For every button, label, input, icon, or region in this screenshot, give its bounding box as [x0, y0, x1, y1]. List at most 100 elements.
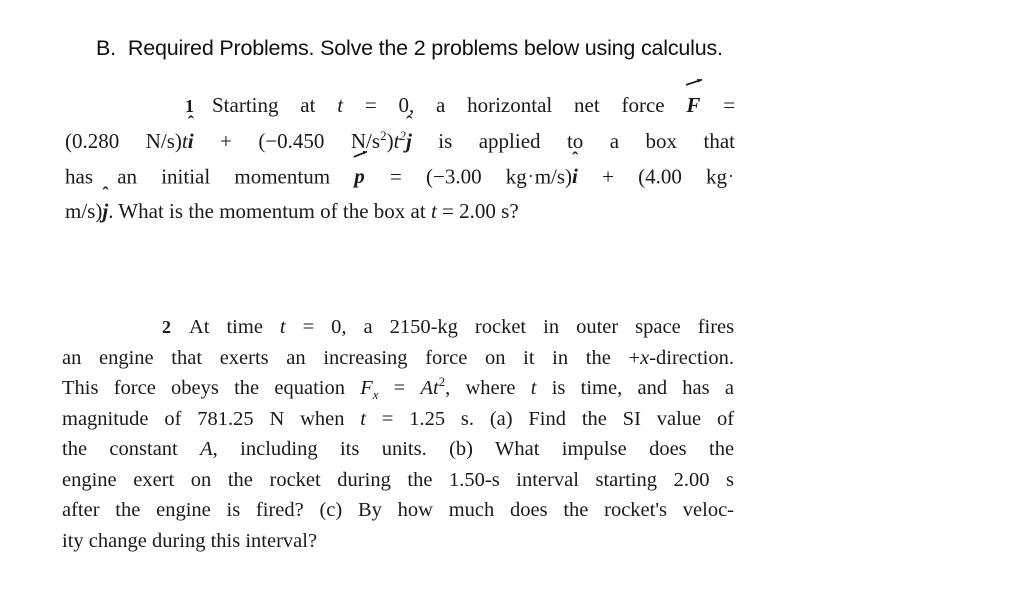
- clause: is time, and has a: [551, 377, 734, 399]
- word: outer: [576, 316, 619, 338]
- word: time: [226, 316, 263, 338]
- multiplication-dot-icon: ·: [527, 166, 534, 186]
- unit-kg: kg: [505, 164, 527, 189]
- paren-open: (: [65, 129, 72, 153]
- problem-1: 1 Starting at t = 0, a horizontal net for…: [65, 78, 736, 229]
- word: At: [189, 316, 210, 338]
- math-plus: +: [602, 164, 614, 189]
- problem-2-line-2: an engine that exerts an increasing forc…: [62, 343, 734, 374]
- math-variable-t: t: [360, 407, 366, 430]
- word: a: [363, 316, 373, 338]
- vector-p-glyph: p: [354, 164, 365, 189]
- unit-seconds-question: s?: [501, 199, 519, 224]
- word: of: [320, 199, 338, 224]
- word: initial: [161, 164, 211, 189]
- problem-2-line-1: 2 At time t = 0, a 2150-kg rocket in oute…: [62, 312, 734, 343]
- value-zero: 0,: [331, 316, 347, 338]
- math-plus-sign: +: [628, 346, 641, 369]
- sentence-tail: . What: [108, 199, 164, 224]
- word: including: [240, 438, 318, 460]
- math-equals: =: [442, 199, 454, 224]
- word: the: [62, 438, 88, 460]
- word: an: [117, 164, 138, 189]
- math-variable-t: t: [530, 377, 537, 399]
- part-label-b: (b): [449, 438, 473, 460]
- unit-newton-per-second-squared: N/s: [350, 129, 381, 153]
- problem-2: 2 At time t = 0, a 2150-kg rocket in oute…: [62, 312, 734, 556]
- section-title: Required Problems. Solve the 2 problems …: [127, 36, 723, 60]
- clause: , where: [445, 377, 516, 399]
- word: its: [339, 438, 360, 460]
- word: is: [438, 129, 453, 153]
- word: momentum: [234, 164, 331, 189]
- clause: This force obeys the equation: [62, 377, 345, 399]
- problem-2-line-8: ity change during this interval?: [62, 526, 734, 557]
- vector-arrow-icon: [685, 77, 704, 88]
- clause: 1.25 s. (a) Find the SI value of: [409, 407, 735, 430]
- word: applied: [478, 129, 541, 153]
- unit-m-per-s: m/s: [65, 199, 96, 224]
- word: a: [436, 93, 446, 117]
- unit-vector-i: ˆi: [188, 114, 194, 159]
- math-variable-t: t: [337, 93, 344, 117]
- word: is: [169, 199, 184, 224]
- unit-m-per-s: m/s: [534, 164, 566, 189]
- word: the: [342, 199, 369, 224]
- unit-vector-j: ˆj: [102, 185, 108, 229]
- word: impulse: [561, 438, 627, 460]
- paren-close: ): [565, 164, 573, 189]
- problem-2-line-6: engine exert on the rocket during the 1.…: [62, 465, 734, 496]
- math-variable-x: x: [640, 346, 650, 369]
- word: a: [609, 129, 620, 153]
- word: box: [645, 129, 678, 153]
- math-equals: =: [364, 93, 377, 117]
- problem-2-line-7: after the engine is fired? (c) By how mu…: [62, 495, 734, 526]
- word: at: [300, 93, 316, 117]
- word: at: [410, 199, 426, 224]
- multiplication-dot-icon: ·: [728, 166, 734, 186]
- momentum-i-value: 3.00: [444, 164, 482, 189]
- momentum-j-value: 4.00: [645, 164, 682, 189]
- word: horizontal: [467, 93, 553, 117]
- clause: ity change during this interval?: [62, 529, 318, 552]
- math-equals: =: [389, 164, 402, 189]
- math-equals: =: [393, 377, 406, 399]
- math-subscript-x: x: [372, 388, 379, 403]
- word: the: [709, 438, 735, 460]
- word: space: [635, 316, 681, 338]
- circumflex-hat-icon: ˆ: [102, 183, 109, 205]
- problem-1-line-1: 1 Starting at t = 0, a horizontal net for…: [65, 78, 736, 124]
- math-plus: +: [220, 129, 232, 153]
- unit-kg: kg: [706, 164, 728, 189]
- vector-F-glyph: F: [686, 93, 701, 117]
- word: units.: [381, 438, 427, 460]
- vector-p: p: [353, 150, 368, 194]
- word: constant: [109, 438, 178, 460]
- word: Starting: [212, 93, 279, 117]
- coefficient-j: 0.450: [277, 129, 325, 153]
- problem-2-number: 2: [162, 317, 171, 337]
- section-heading: B. Required Problems. Solve the 2 problem…: [96, 36, 723, 61]
- vector-F: F: [686, 78, 703, 123]
- math-minus: −: [432, 164, 445, 189]
- problem-2-line-5: the constant A, including its units. (b)…: [62, 434, 734, 465]
- word: the: [188, 199, 214, 224]
- problem-2-line-3: This force obeys the equation Fx = At2, …: [62, 373, 734, 404]
- math-constant-A: A: [200, 438, 213, 460]
- problem-1-line-4: m/s) ˆ j. What is the momentum of the box …: [65, 185, 735, 229]
- problem-2-line-4: magnitude of 781.25 N when t = 1.25 s. (…: [62, 404, 734, 435]
- math-equals: =: [302, 316, 315, 338]
- math-variable-F: F: [360, 377, 373, 399]
- clause: an engine that exerts an increasing forc…: [62, 346, 611, 369]
- word: net: [574, 93, 600, 117]
- circumflex-hat-icon: ˆ: [405, 113, 413, 135]
- paren-open: (: [425, 164, 433, 189]
- word: box: [373, 199, 406, 224]
- word: does: [649, 438, 687, 460]
- circumflex-hat-icon: ˆ: [572, 148, 579, 170]
- paren-close: ): [174, 129, 182, 153]
- math-constant-A: A: [420, 377, 434, 399]
- clause: magnitude of 781.25 N when: [62, 407, 345, 430]
- problem-1-line-2: (0.280 N/s)t ˆ i + (−0.450 N/s2)t2 ˆ j is ap…: [65, 114, 735, 159]
- math-equals: =: [723, 93, 736, 117]
